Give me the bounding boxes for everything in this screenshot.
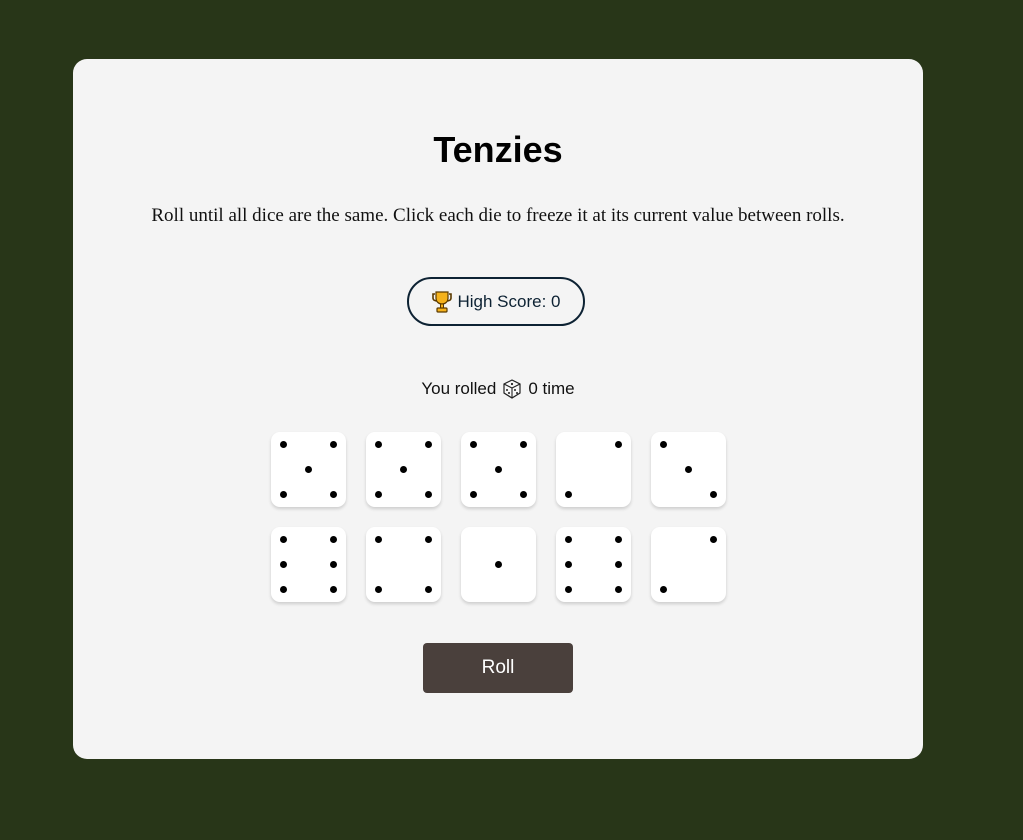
rolled-prefix: You rolled [421, 379, 497, 398]
die[interactable] [271, 527, 346, 602]
die-pip [494, 465, 502, 473]
rolled-suffix: 0 time [528, 379, 575, 398]
die[interactable] [461, 527, 536, 602]
die-pip [424, 440, 432, 448]
die[interactable] [271, 432, 346, 507]
die-pip [329, 585, 337, 593]
die[interactable] [556, 527, 631, 602]
die-pip [709, 490, 717, 498]
die-pip [494, 560, 502, 568]
die-icon [503, 379, 521, 399]
die-pip [374, 585, 382, 593]
die-pip [279, 490, 287, 498]
die-pip [709, 535, 717, 543]
die-pip [469, 490, 477, 498]
die-pip [564, 490, 572, 498]
die-pip [374, 535, 382, 543]
die-pip [424, 490, 432, 498]
die-pip [564, 535, 572, 543]
game-title: Tenzies [433, 129, 563, 170]
die[interactable] [651, 432, 726, 507]
die-pip [519, 490, 527, 498]
die-pip [329, 490, 337, 498]
die-pip [659, 440, 667, 448]
die-pip [279, 560, 287, 568]
die-pip [564, 560, 572, 568]
trophy-icon [431, 290, 452, 313]
high-score-badge: High Score: 0 [407, 277, 585, 326]
die-pip [614, 535, 622, 543]
die-pip [469, 440, 477, 448]
die-pip [614, 585, 622, 593]
die-pip [519, 440, 527, 448]
die-pip [614, 560, 622, 568]
die-pip [614, 440, 622, 448]
die-pip [329, 440, 337, 448]
die-pip [304, 465, 312, 473]
roll-count: You rolled 0 time [73, 379, 923, 399]
die-pip [329, 560, 337, 568]
die-pip [329, 535, 337, 543]
die-pip [424, 535, 432, 543]
dice-grid [271, 432, 726, 602]
die-pip [684, 465, 692, 473]
die-pip [424, 585, 432, 593]
die-pip [279, 585, 287, 593]
die-pip [399, 465, 407, 473]
game-card: Tenzies Roll until all dice are the same… [73, 59, 923, 759]
roll-button[interactable]: Roll [423, 643, 573, 693]
die-pip [374, 490, 382, 498]
die[interactable] [366, 432, 441, 507]
die[interactable] [651, 527, 726, 602]
die[interactable] [556, 432, 631, 507]
die-pip [564, 585, 572, 593]
die-pip [279, 440, 287, 448]
high-score-label: High Score: 0 [457, 291, 561, 311]
die-pip [659, 585, 667, 593]
die-pip [279, 535, 287, 543]
die-pip [374, 440, 382, 448]
die[interactable] [461, 432, 536, 507]
die[interactable] [366, 527, 441, 602]
instructions-text: Roll until all dice are the same. Click … [151, 205, 845, 226]
